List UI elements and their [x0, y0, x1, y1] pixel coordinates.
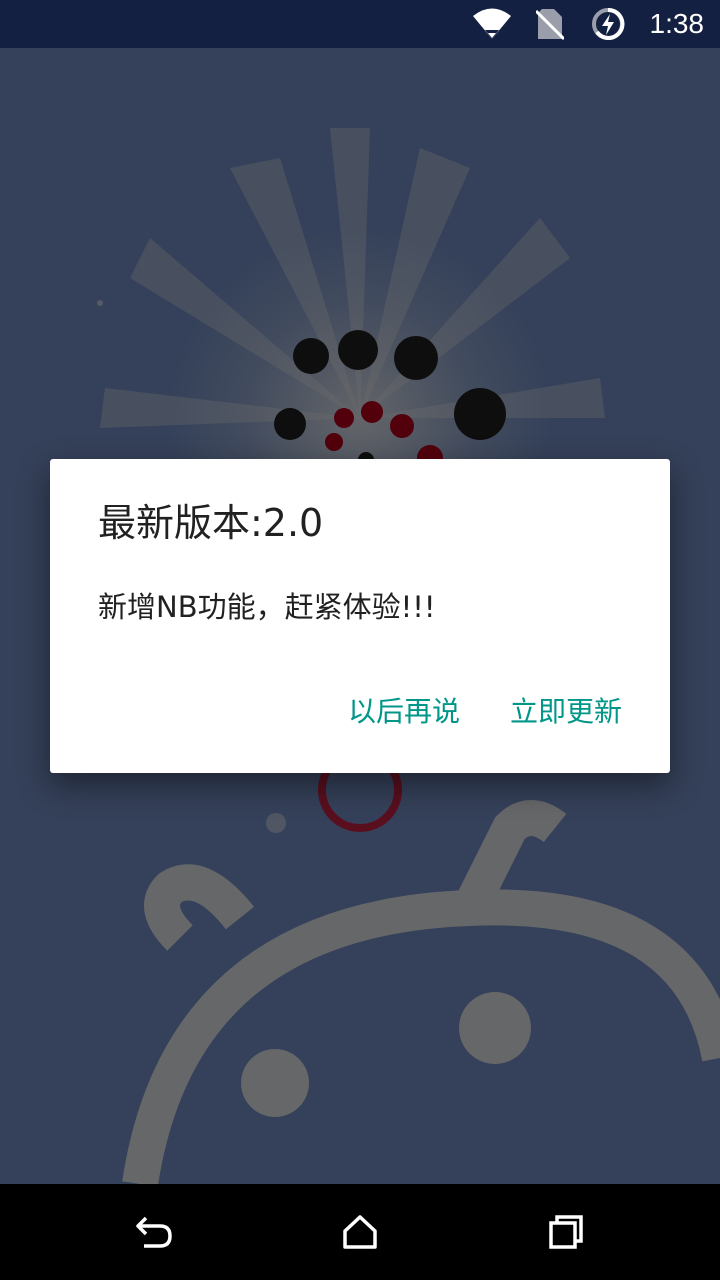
back-icon	[136, 1216, 172, 1248]
wifi-icon	[472, 4, 512, 44]
recents-icon	[549, 1215, 583, 1249]
update-dialog: 最新版本:2.0 新增NB功能，赶紧体验!!! 以后再说 立即更新	[50, 459, 670, 773]
dialog-title: 最新版本:2.0	[98, 501, 324, 545]
no-sim-icon	[530, 4, 570, 44]
dialog-message: 新增NB功能，赶紧体验!!!	[98, 590, 436, 624]
status-time: 1:38	[649, 8, 705, 39]
later-button[interactable]: 以后再说	[348, 690, 460, 730]
navigation-bar	[0, 1184, 720, 1280]
dialog-actions: 以后再说 立即更新	[348, 685, 622, 735]
home-icon	[343, 1215, 377, 1249]
update-now-button[interactable]: 立即更新	[510, 690, 622, 730]
back-button[interactable]	[130, 1208, 178, 1256]
status-bar: 1:38	[0, 0, 720, 48]
recents-button[interactable]	[542, 1208, 590, 1256]
battery-charging-icon	[588, 4, 628, 44]
home-button[interactable]	[336, 1208, 384, 1256]
